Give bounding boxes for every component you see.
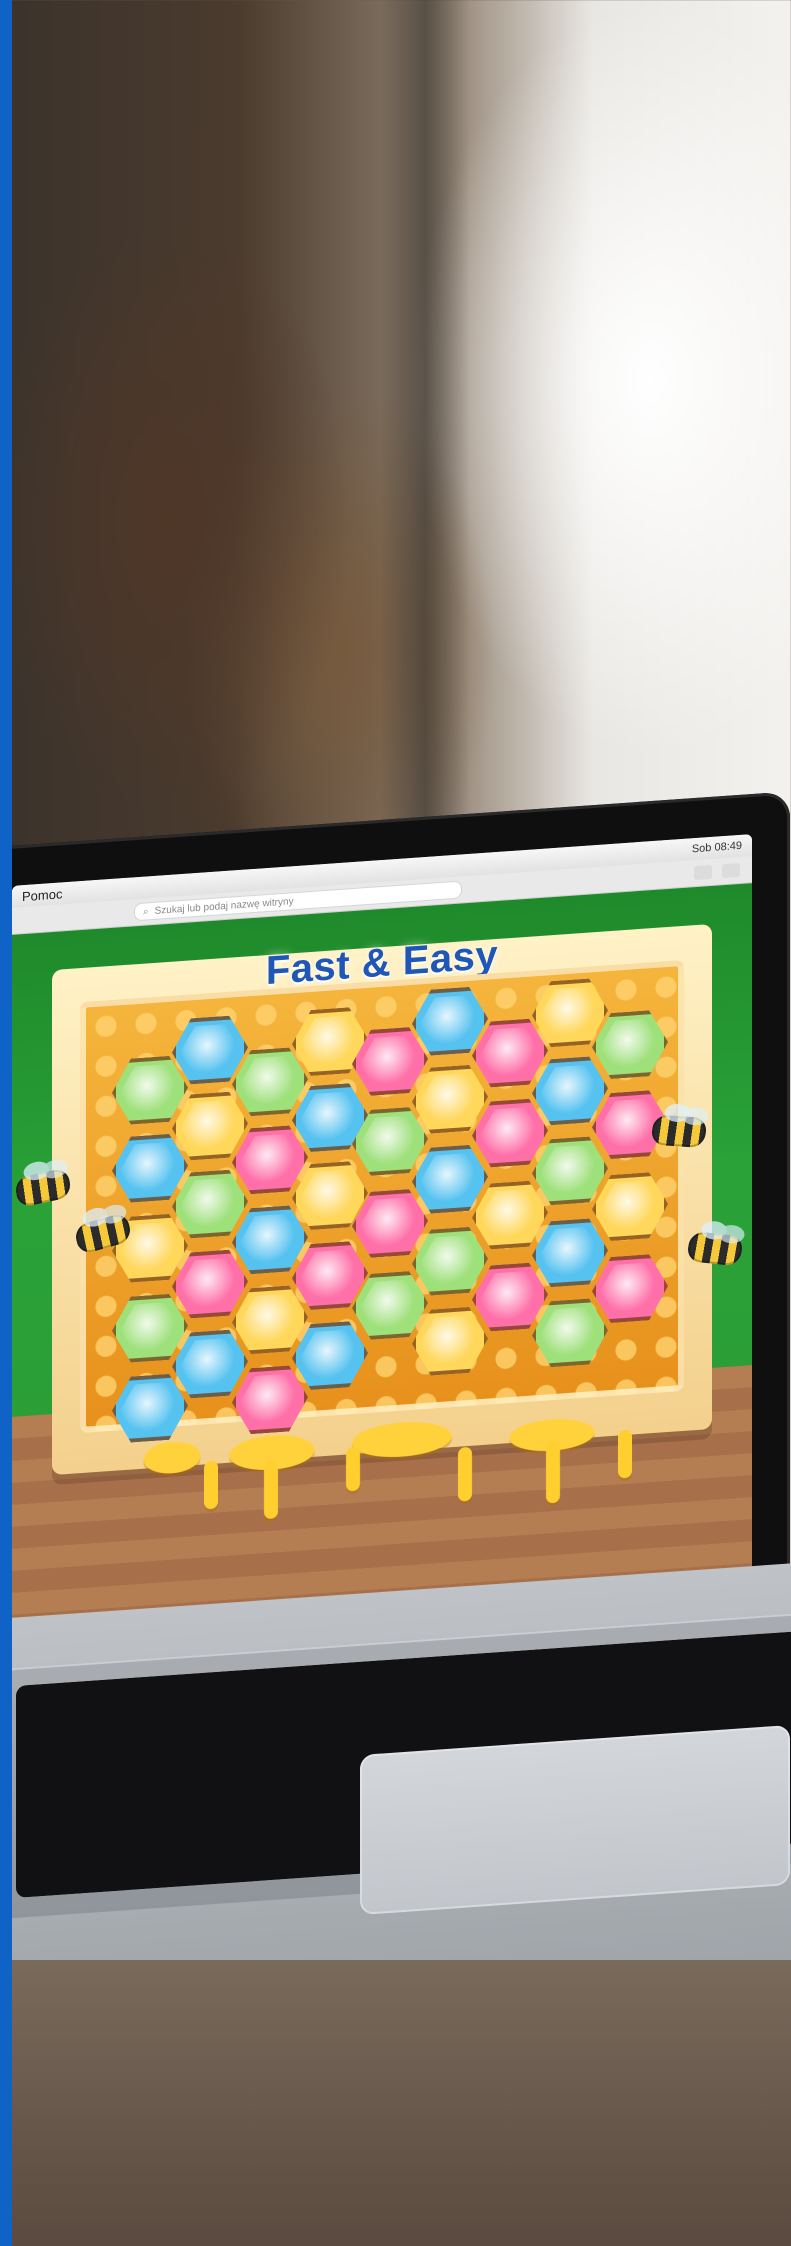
hex-tile[interactable] (172, 1328, 248, 1399)
hex-tile[interactable] (412, 1306, 488, 1377)
bee-character (685, 1230, 745, 1267)
hex-tile[interactable] (532, 1135, 608, 1206)
table-surface (0, 1960, 791, 2246)
honeycomb-board (80, 959, 684, 1433)
honey-drip (458, 1446, 472, 1502)
hex-tile[interactable] (232, 1204, 308, 1275)
hex-tile[interactable] (232, 1124, 308, 1195)
hex-tile[interactable] (472, 1261, 548, 1332)
hex-tile[interactable] (592, 1171, 668, 1242)
honeycomb-frame: Fast & Easy (52, 923, 712, 1476)
share-icon[interactable] (694, 864, 712, 881)
hex-tile[interactable] (472, 1179, 548, 1250)
hex-tile[interactable] (592, 1009, 668, 1080)
bee-character (650, 1114, 708, 1149)
hex-tile[interactable] (172, 1168, 248, 1239)
hex-tile[interactable] (232, 1046, 308, 1117)
hex-tile[interactable] (412, 1064, 488, 1135)
menubar-status: Sob 08:49 (692, 840, 742, 856)
hex-tile[interactable] (232, 1284, 308, 1355)
hex-tile[interactable] (472, 1017, 548, 1088)
hex-tile[interactable] (112, 1133, 188, 1204)
trackpad (360, 1724, 790, 1916)
honey-drip (204, 1460, 218, 1510)
hex-tile[interactable] (172, 1248, 248, 1319)
game-viewport: Fast & Easy (12, 883, 752, 1626)
hex-tile[interactable] (532, 977, 608, 1048)
hex-tile[interactable] (532, 1297, 608, 1368)
photo-scene: Pomoc Sob 08:49 ⌕ Szukaj lub podaj nazwę… (0, 0, 791, 2246)
hex-tile[interactable] (412, 986, 488, 1057)
hex-tile[interactable] (532, 1055, 608, 1126)
hex-tile[interactable] (172, 1090, 248, 1161)
window-frame-shadow (380, 0, 470, 860)
hex-tile[interactable] (112, 1055, 188, 1126)
hex-tile[interactable] (172, 1014, 248, 1085)
search-placeholder: Szukaj lub podaj nazwę witryny (154, 895, 294, 917)
status-time: Sob 08:49 (691, 839, 742, 856)
hex-grid (86, 966, 678, 1426)
hex-tile[interactable] (292, 1320, 368, 1391)
honey-drip (546, 1440, 560, 1504)
hex-tile[interactable] (412, 1144, 488, 1215)
honey-drip (346, 1446, 360, 1492)
laptop-screen: Pomoc Sob 08:49 ⌕ Szukaj lub podaj nazwę… (12, 834, 752, 1626)
hex-tile[interactable] (532, 1217, 608, 1288)
honey-drip (264, 1460, 278, 1520)
menu-item-pomoc[interactable]: Pomoc (22, 886, 62, 904)
hex-tile[interactable] (592, 1253, 668, 1324)
search-icon: ⌕ (143, 905, 149, 918)
hex-tile[interactable] (112, 1293, 188, 1364)
hex-tile[interactable] (472, 1097, 548, 1168)
left-accent-stripe (0, 0, 12, 2246)
tabs-icon[interactable] (722, 862, 740, 879)
honey-drip (618, 1429, 632, 1479)
hex-tile[interactable] (412, 1226, 488, 1297)
